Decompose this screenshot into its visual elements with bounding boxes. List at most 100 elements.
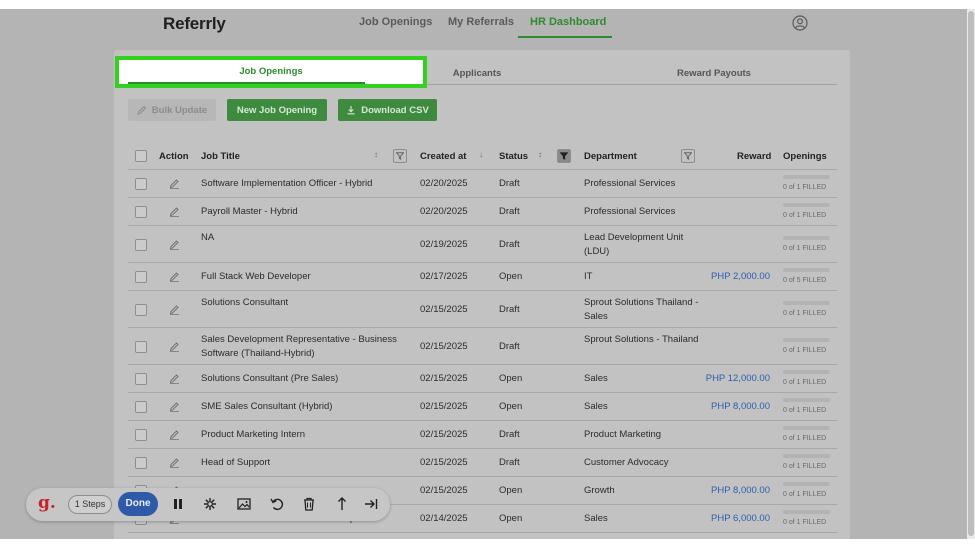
table-row[interactable]: Full Stack Web Developer 02/17/2025 Open IT… (128, 263, 837, 291)
select-all-checkbox[interactable] (135, 150, 147, 162)
nav-hr-dashboard[interactable]: HR Dashboard (530, 16, 606, 28)
tab-job-openings[interactable]: Job Openings (115, 56, 427, 88)
status-filter-icon[interactable] (557, 149, 571, 163)
app-logo[interactable]: Referrly (163, 14, 226, 34)
reward-cell: PHP 8,000.00 (711, 401, 770, 412)
openings-bar (783, 370, 830, 374)
table-row[interactable]: SME Sales Consultant (Hybrid) 02/15/2025 O… (128, 393, 837, 421)
arrow-up-icon[interactable] (334, 496, 350, 512)
edit-icon[interactable] (169, 304, 180, 315)
table-row[interactable]: Micro SME Sales Consultant02/14/2025Draf… (128, 533, 837, 539)
row-checkbox[interactable] (135, 340, 147, 353)
table-row[interactable]: Solutions Consultant 02/15/2025 Draft Sprou… (128, 291, 837, 328)
row-checkbox[interactable] (135, 373, 147, 385)
download-csv-button[interactable]: Download CSV (338, 99, 437, 121)
sort-desc-icon[interactable]: ↓ (479, 150, 483, 159)
openings-progress: 0 of 1 FILLED (783, 398, 831, 416)
skip-end-icon[interactable] (363, 496, 379, 512)
edit-icon[interactable] (169, 373, 180, 384)
job-title-cell: NA (201, 231, 215, 243)
recorder-logo: g. (38, 493, 56, 513)
status-cell: Open (499, 401, 523, 412)
done-button[interactable]: Done (118, 492, 158, 516)
created-at-cell: 02/20/2025 (420, 206, 468, 217)
row-checkbox[interactable] (135, 178, 147, 190)
job-title-cell: Solutions Consultant (201, 296, 289, 308)
job-title-cell: Software Implementation Officer - Hybrid (201, 178, 373, 189)
row-checkbox[interactable] (135, 206, 147, 218)
edit-icon[interactable] (169, 341, 180, 352)
department-cell: Sprout Solutions Thailand - Sales (584, 296, 699, 322)
bulk-update-button[interactable]: Bulk Update (128, 99, 216, 121)
reward-cell: PHP 12,000.00 (705, 373, 770, 384)
created-at-cell: 02/17/2025 (420, 271, 468, 282)
status-cell: Open (499, 513, 523, 524)
sparkle-icon[interactable] (202, 496, 218, 512)
download-icon (347, 106, 355, 115)
department-filter-icon[interactable] (681, 149, 695, 163)
table-row[interactable]: Solutions Consultant (Pre Sales) 02/15/20… (128, 365, 837, 393)
openings-text: 0 of 1 FILLED (783, 212, 827, 219)
tab-reward-payouts[interactable]: Reward Payouts (654, 63, 774, 85)
openings-bar (783, 203, 830, 207)
scrollbar-thumb[interactable] (968, 11, 974, 536)
header-created-at[interactable]: Created at (420, 151, 466, 162)
nav-active-indicator (518, 36, 612, 38)
edit-icon[interactable] (169, 239, 180, 250)
job-title-cell: Sales Development Representative - Busin… (201, 333, 397, 359)
pause-icon[interactable] (170, 496, 186, 512)
table-row[interactable]: Sales Development Representative - Busin… (128, 328, 837, 365)
edit-icon[interactable] (169, 178, 180, 189)
edit-icon[interactable] (169, 271, 180, 282)
openings-progress: 0 of 5 FILLED (783, 268, 831, 286)
user-account-icon[interactable] (792, 15, 808, 31)
steps-counter[interactable]: 1 Steps (68, 495, 112, 514)
openings-text: 0 of 5 FILLED (783, 277, 827, 284)
openings-text: 0 of 1 FILLED (783, 184, 827, 191)
edit-icon[interactable] (169, 206, 180, 217)
openings-progress: 0 of 1 FILLED (783, 300, 831, 319)
row-checkbox[interactable] (135, 271, 147, 283)
header-department[interactable]: Department (584, 151, 637, 162)
tab-applicants[interactable]: Applicants (427, 63, 527, 85)
image-icon[interactable] (236, 496, 252, 512)
header-openings: Openings (783, 151, 827, 162)
new-job-opening-button[interactable]: New Job Opening (227, 99, 327, 121)
page-scrollbar[interactable] (967, 9, 975, 539)
department-cell: Professional Services (584, 178, 676, 189)
job-title-filter-icon[interactable] (393, 149, 407, 163)
table-row[interactable]: NA 02/19/2025 Draft Lead Development Unit (… (128, 226, 837, 263)
header-status[interactable]: Status (499, 151, 528, 162)
openings-progress: 0 of 1 FILLED (783, 454, 831, 472)
table-row[interactable]: Head of Support 02/15/2025 Draft Customer A… (128, 449, 837, 477)
row-checkbox[interactable] (135, 457, 147, 469)
edit-icon[interactable] (169, 429, 180, 440)
openings-text: 0 of 1 FILLED (783, 519, 827, 526)
openings-bar (783, 235, 830, 240)
table-row[interactable]: Software Implementation Officer - Hybrid… (128, 170, 837, 198)
openings-progress: 0 of 1 FILLED (783, 235, 831, 254)
header-job-title[interactable]: Job Title (201, 151, 240, 162)
table-row[interactable]: Product Marketing Intern 02/15/2025 Draft P… (128, 421, 837, 449)
reward-cell: PHP 8,000.00 (711, 485, 770, 496)
table-row[interactable]: Payroll Master - Hybrid 02/20/2025 Draft Pr… (128, 198, 837, 226)
top-nav-bar: Referrly Job Openings My Referrals HR Da… (0, 9, 967, 38)
sort-icon[interactable]: ↕ (538, 150, 542, 159)
nav-my-referrals[interactable]: My Referrals (448, 16, 514, 28)
row-checkbox[interactable] (135, 401, 147, 413)
row-checkbox[interactable] (135, 303, 147, 316)
tabs-divider (426, 84, 837, 85)
row-checkbox[interactable] (135, 429, 147, 441)
edit-icon[interactable] (169, 457, 180, 468)
undo-icon[interactable] (269, 496, 285, 512)
trash-icon[interactable] (301, 496, 317, 512)
nav-job-openings[interactable]: Job Openings (359, 16, 432, 28)
created-at-cell: 02/15/2025 (420, 429, 468, 440)
openings-bar (783, 337, 830, 342)
sort-icon[interactable]: ↕ (374, 150, 378, 159)
edit-icon[interactable] (169, 401, 180, 412)
status-cell: Draft (499, 178, 520, 189)
status-cell: Draft (499, 429, 520, 440)
row-checkbox[interactable] (135, 238, 147, 251)
created-at-cell: 02/19/2025 (420, 238, 468, 250)
